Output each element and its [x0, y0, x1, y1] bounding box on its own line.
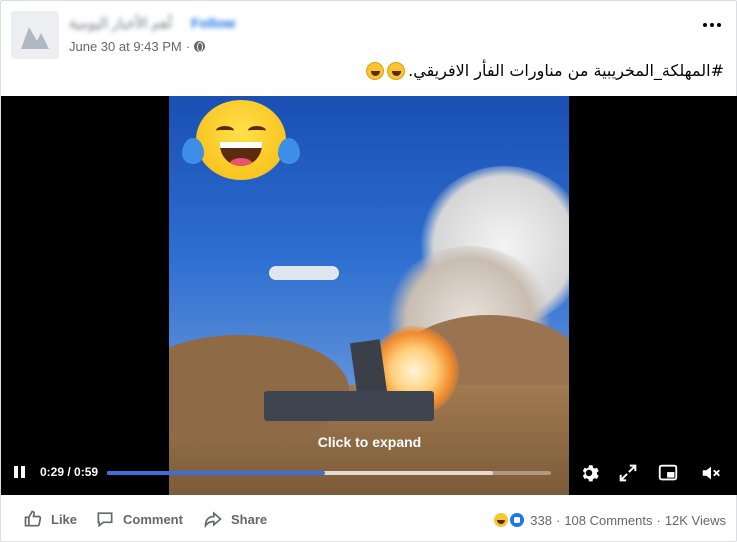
meta-separator: · [185, 39, 191, 54]
share-button[interactable]: Share [203, 509, 267, 529]
tear-shape [278, 138, 300, 164]
tongue-shape [229, 158, 253, 166]
fullscreen-icon[interactable] [617, 462, 639, 484]
comment-button[interactable]: Comment [95, 509, 183, 529]
share-icon [204, 511, 222, 529]
played-bar [107, 471, 325, 475]
follow-button[interactable]: Follow [191, 15, 235, 31]
comment-icon [97, 512, 113, 528]
teeth-shape [220, 142, 262, 148]
share-label: Share [231, 511, 268, 527]
post-caption: #المهلكة_المخريبية من مناورات الفأر الاف… [366, 61, 724, 80]
page-avatar[interactable] [11, 11, 59, 59]
pause-icon[interactable] [14, 466, 26, 478]
like-reaction-icon[interactable] [508, 511, 527, 529]
post-card: أهم الأخبار اليومية Follow June 30 at 9:… [0, 0, 737, 542]
video-player[interactable]: Click to expand 0:29 / 0:59 [1, 96, 737, 495]
laughing-emoji-icon [387, 61, 406, 80]
click-to-expand-label[interactable]: Click to expand [1, 434, 737, 450]
tear-shape [182, 138, 204, 164]
eye-shape [248, 126, 266, 135]
caption-text: #المهلكة_المخريبية من مناورات الفأر الاف… [408, 61, 724, 80]
post-timestamp[interactable]: June 30 at 9:43 PM [69, 39, 182, 54]
progress-track[interactable] [107, 471, 551, 475]
page-name[interactable]: أهم الأخبار اليومية [69, 15, 172, 32]
more-icon[interactable] [700, 15, 724, 35]
laughing-emoji-icon [182, 100, 300, 180]
volume-muted-icon[interactable] [700, 462, 722, 484]
like-icon [24, 510, 42, 527]
video-controls: 0:29 / 0:59 [1, 458, 737, 488]
laughing-emoji-icon [366, 61, 385, 80]
eye-shape [216, 126, 234, 135]
stats-separator: · [555, 512, 561, 528]
reaction-count[interactable]: 338 [530, 513, 552, 528]
settings-icon[interactable] [578, 462, 600, 484]
mouth-shape [220, 142, 262, 166]
post-stats: 338 · 108 Comments · 12K Views [492, 511, 726, 529]
view-count: 12K Views [664, 512, 726, 528]
pip-icon[interactable] [657, 462, 679, 484]
globe-icon [194, 41, 206, 52]
post-meta: June 30 at 9:43 PM · [69, 39, 206, 54]
comment-count[interactable]: 108 Comments [564, 513, 652, 528]
comment-label: Comment [123, 511, 183, 527]
like-button[interactable]: Like [23, 509, 77, 529]
post-actions: Like Comment Share 338 · 108 Comments · … [1, 501, 737, 539]
vehicle-shape [264, 391, 434, 421]
video-time: 0:29 / 0:59 [40, 465, 99, 479]
like-label: Like [51, 511, 78, 527]
stats-separator: · [656, 512, 661, 528]
cloud-shape [269, 266, 339, 280]
